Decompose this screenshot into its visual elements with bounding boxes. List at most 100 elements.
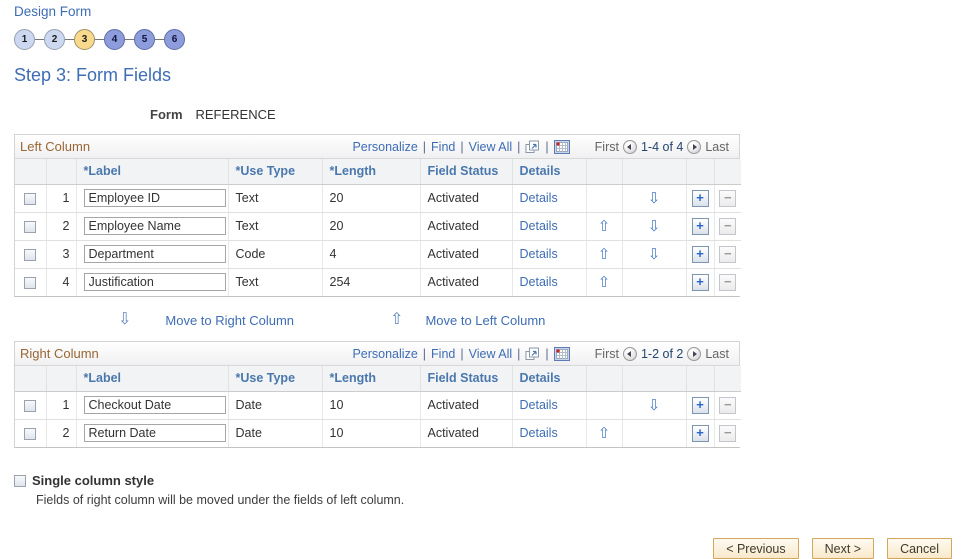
separator (517, 347, 520, 361)
step-connector (65, 38, 74, 40)
details-link[interactable]: Details (520, 275, 558, 289)
find-link[interactable]: Find (431, 347, 455, 361)
table-row: 3 Code 4 Activated Details (15, 240, 741, 269)
row-select-checkbox[interactable] (24, 427, 37, 440)
move-up-icon[interactable] (598, 426, 611, 441)
field-status-value: Activated (420, 419, 513, 447)
delete-row-button[interactable] (719, 217, 737, 235)
delete-row-button[interactable] (719, 189, 737, 207)
popup-icon[interactable] (525, 140, 540, 154)
add-row-button[interactable] (691, 396, 709, 414)
details-link[interactable]: Details (520, 219, 558, 233)
details-column-header: Details (512, 159, 587, 185)
move-down-icon[interactable] (648, 219, 661, 234)
row-select-checkbox[interactable] (24, 276, 37, 289)
add-row-button[interactable] (691, 273, 709, 291)
move-to-right-icon[interactable] (118, 312, 131, 328)
length-value: 20 (322, 212, 421, 241)
label-input[interactable] (83, 217, 226, 235)
download-grid-icon[interactable] (553, 346, 570, 361)
use-type-value: Text (228, 268, 323, 296)
move-down-icon[interactable] (648, 191, 661, 206)
move-up-icon[interactable] (598, 247, 611, 262)
row-select-checkbox[interactable] (24, 192, 37, 205)
delete-row-button[interactable] (719, 396, 737, 414)
pager-next-button[interactable] (687, 346, 702, 361)
step-circle-3: 3 (74, 28, 95, 50)
details-link[interactable]: Details (520, 247, 558, 261)
step-connector (35, 38, 44, 40)
pager-range: 1-2 of 2 (640, 346, 684, 361)
step-circle-4: 4 (104, 28, 125, 50)
personalize-link[interactable]: Personalize (352, 347, 417, 361)
single-column-style-checkbox[interactable] (14, 474, 26, 487)
separator (545, 347, 548, 361)
left-grid-header: Left Column Personalize Find View All (15, 135, 739, 159)
field-status-value: Activated (420, 268, 513, 296)
number-column-header (46, 366, 77, 392)
label-input[interactable] (83, 424, 226, 443)
move-down-icon[interactable] (648, 247, 661, 262)
details-column-header: Details (512, 366, 587, 392)
move-to-left-link[interactable]: Move to Left Column (425, 313, 545, 328)
single-column-style-row: Single column style (14, 473, 952, 488)
details-link[interactable]: Details (520, 191, 558, 205)
move-down-icon[interactable] (648, 398, 661, 413)
row-select-checkbox[interactable] (24, 399, 37, 412)
table-row: 4 Text 254 Activated Details (15, 268, 741, 296)
add-row-button[interactable] (691, 189, 709, 207)
row-select-checkbox[interactable] (24, 248, 37, 261)
right-grid-header: Right Column Personalize Find View All (15, 342, 739, 366)
pager-next-button[interactable] (687, 139, 702, 154)
label-input[interactable] (83, 273, 226, 292)
length-column-header: *Length (322, 159, 421, 185)
view-all-link[interactable]: View All (469, 140, 513, 154)
length-value: 10 (322, 419, 421, 447)
find-link[interactable]: Find (431, 140, 455, 154)
left-grid-pager: First 1-4 of 4 Last (591, 139, 733, 154)
step-connector (155, 38, 164, 40)
length-value: 254 (322, 268, 421, 296)
left-grid-table: *Label *Use Type *Length Field Status De… (15, 159, 741, 296)
view-all-link[interactable]: View All (469, 347, 513, 361)
move-up-icon[interactable] (598, 219, 611, 234)
label-input[interactable] (83, 245, 226, 263)
move-up-icon[interactable] (598, 275, 611, 290)
pager-previous-button[interactable] (622, 346, 637, 361)
next-button[interactable]: Next > (811, 538, 875, 559)
left-triangle-icon (627, 350, 632, 357)
add-row-button[interactable] (691, 245, 709, 263)
step-circle-6: 6 (164, 28, 185, 50)
label-input[interactable] (83, 189, 226, 207)
delete-column-header (714, 366, 741, 392)
move-to-right-link[interactable]: Move to Right Column (165, 313, 294, 328)
form-name-row: Form REFERENCE (150, 107, 952, 122)
label-column-header: *Label (76, 366, 229, 392)
pager-first-label: First (594, 139, 619, 154)
move-to-left-icon[interactable] (390, 312, 403, 328)
table-row: 2 Date 10 Activated Details (15, 419, 741, 447)
details-link[interactable]: Details (520, 398, 558, 412)
cancel-button[interactable]: Cancel (887, 538, 952, 559)
popup-icon[interactable] (525, 347, 540, 361)
download-grid-icon[interactable] (553, 139, 570, 154)
delete-row-button[interactable] (719, 245, 737, 263)
add-row-button[interactable] (691, 424, 709, 442)
pager-range: 1-4 of 4 (640, 139, 684, 154)
field-status-column-header: Field Status (420, 159, 513, 185)
breadcrumb[interactable]: Design Form (14, 4, 91, 19)
length-column-header: *Length (322, 366, 421, 392)
row-select-checkbox[interactable] (24, 220, 37, 233)
delete-row-button[interactable] (719, 273, 737, 291)
right-grid-table: *Label *Use Type *Length Field Status De… (15, 366, 741, 447)
field-status-value: Activated (420, 184, 513, 213)
pager-previous-button[interactable] (622, 139, 637, 154)
details-link[interactable]: Details (520, 426, 558, 440)
label-input[interactable] (83, 396, 226, 414)
personalize-link[interactable]: Personalize (352, 140, 417, 154)
header-row: *Label *Use Type *Length Field Status De… (15, 159, 741, 185)
delete-row-button[interactable] (719, 424, 737, 442)
delete-column-header (714, 159, 741, 185)
previous-button[interactable]: < Previous (713, 538, 799, 559)
add-row-button[interactable] (691, 217, 709, 235)
